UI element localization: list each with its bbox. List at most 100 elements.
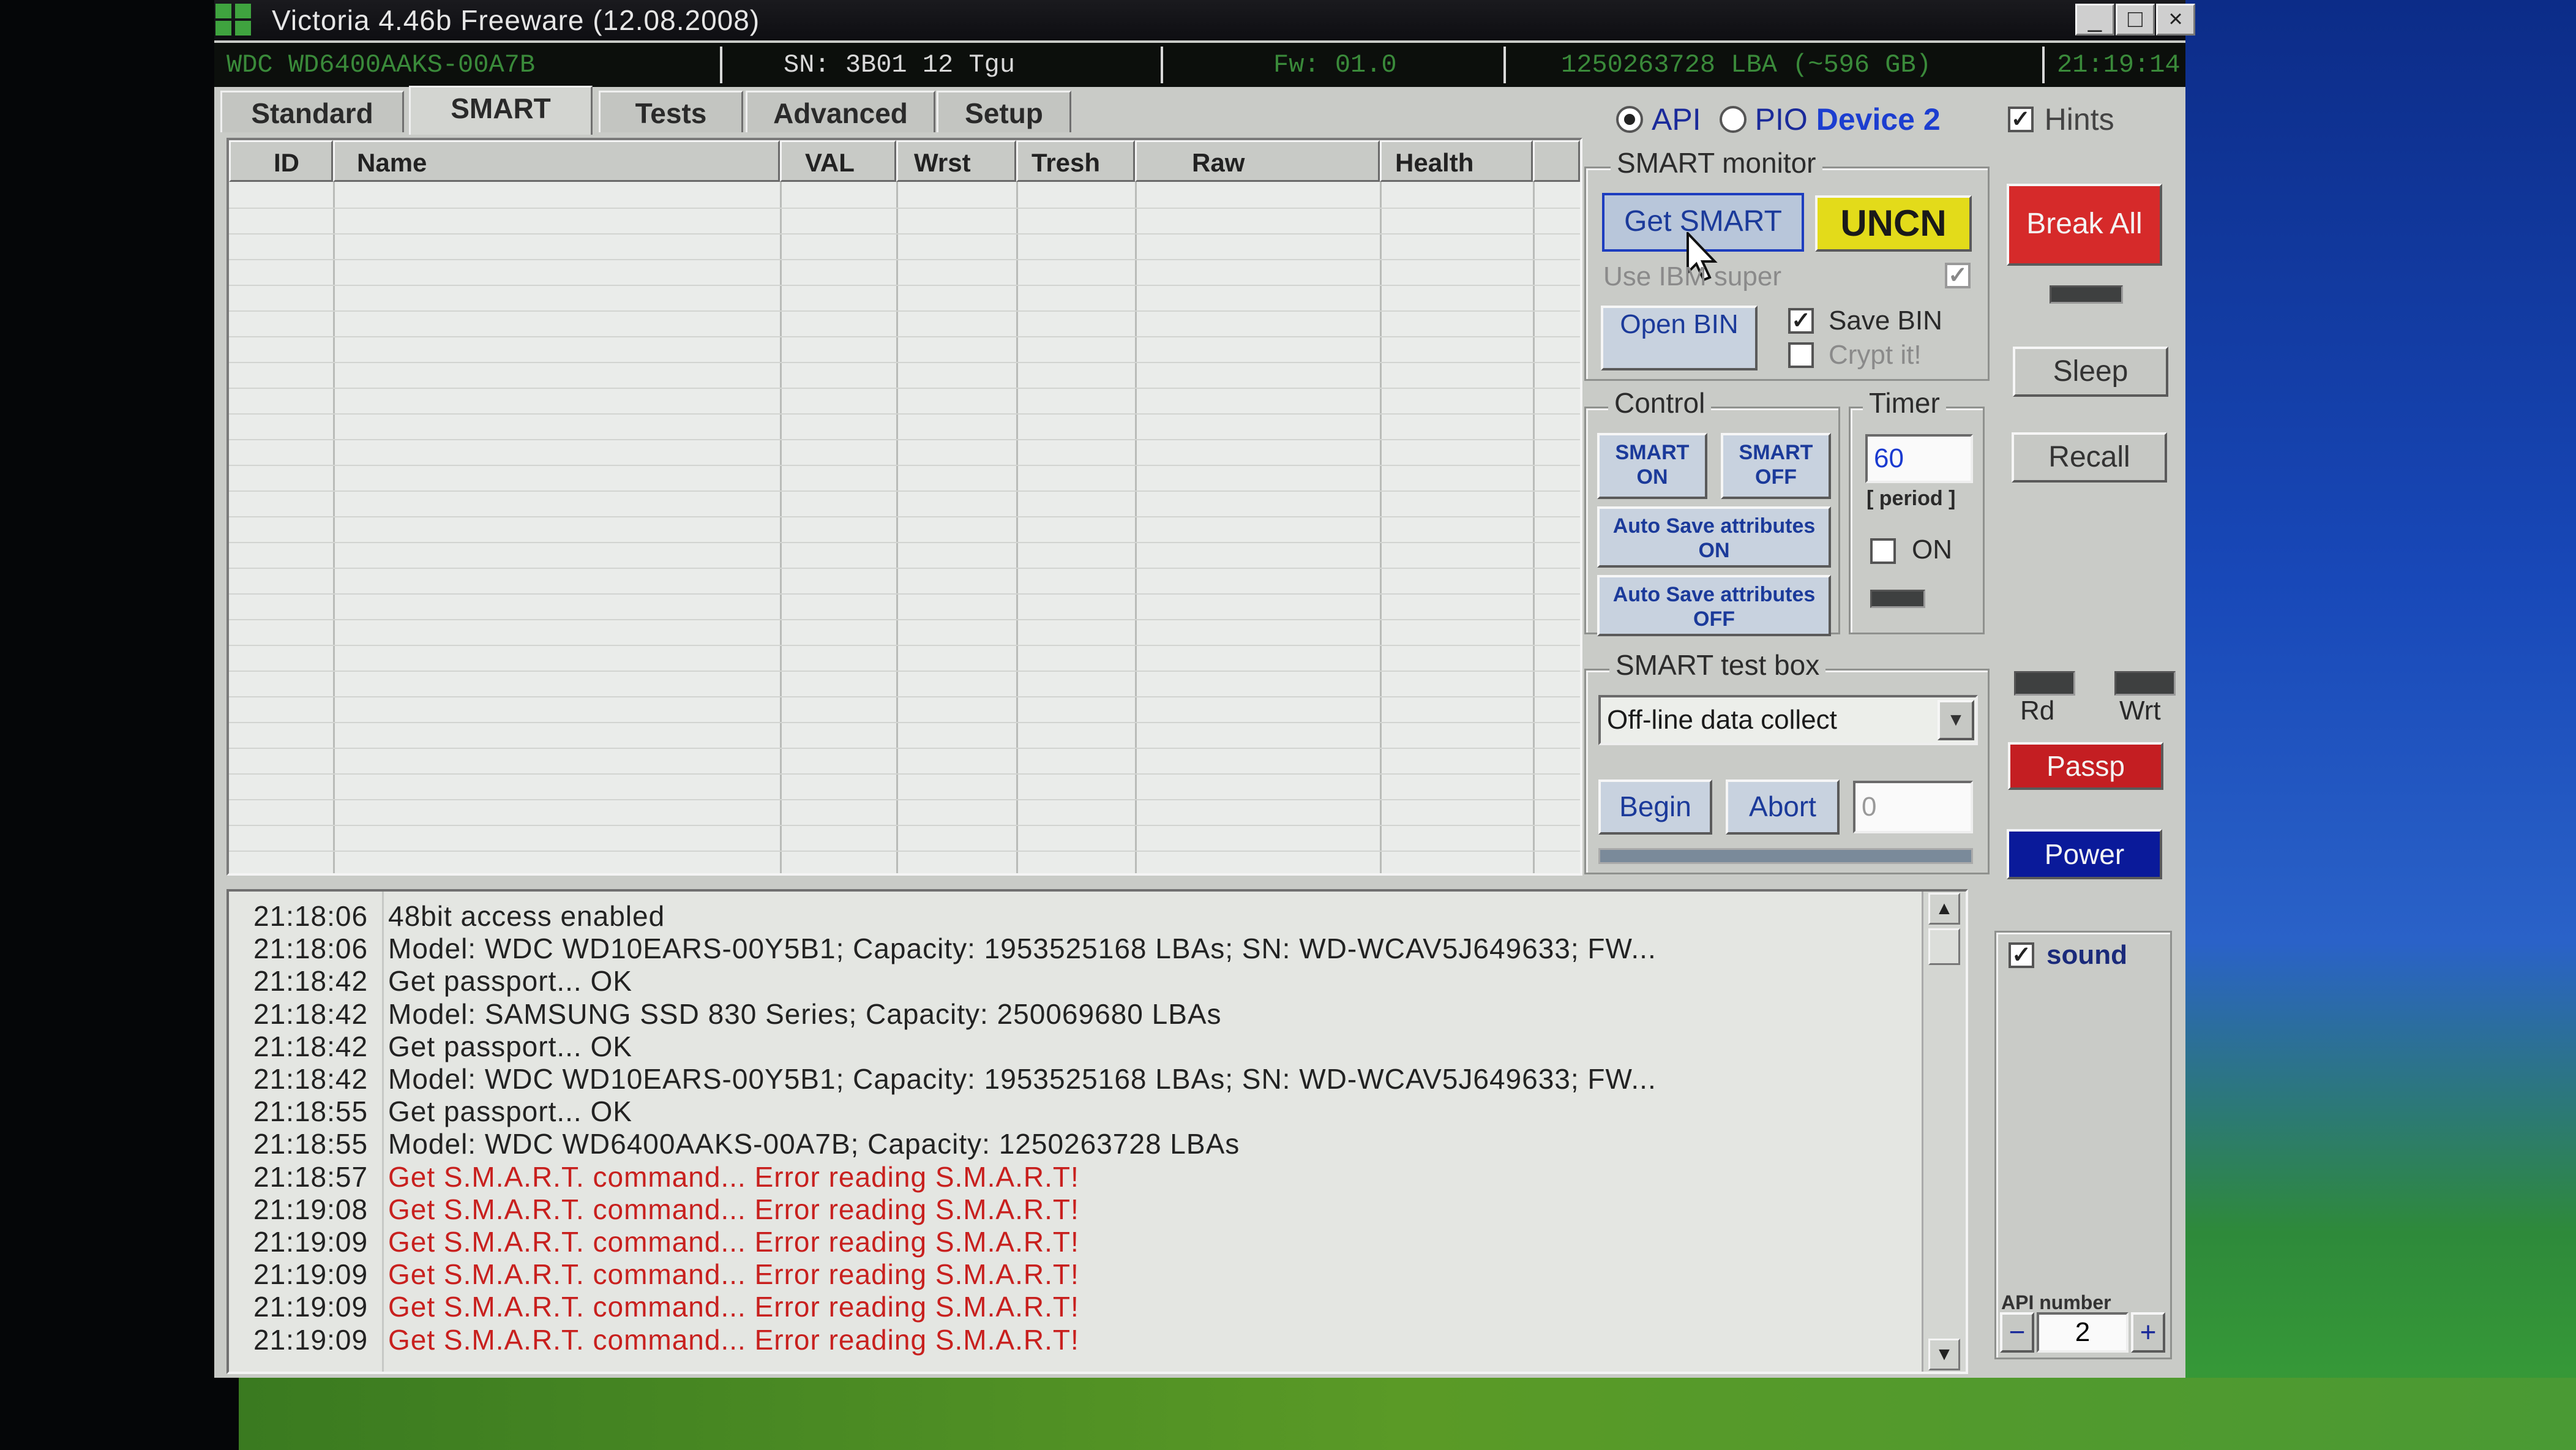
table-row-line	[229, 310, 1580, 312]
log-error-message: Get S.M.A.R.T. command... Error reading …	[388, 1291, 1079, 1323]
timer-period-input[interactable]: 60	[1865, 434, 1973, 483]
hints-checkbox[interactable]: ✓	[2007, 107, 2034, 132]
sound-label: sound	[2046, 940, 2127, 970]
hints-label: Hints	[2044, 102, 2114, 137]
tab-advanced[interactable]: Advanced	[746, 91, 935, 132]
log-message: Get passport... OK	[388, 1030, 632, 1062]
log-time: 21:18:42	[253, 997, 369, 1030]
control-group: Control SMART ON SMART OFF Auto Save att…	[1584, 386, 1840, 636]
tab-bar: Standard SMART Tests Advanced Setup	[214, 86, 1071, 135]
api-increment-button[interactable]: +	[2131, 1312, 2165, 1353]
right-panel: Break All Sleep Recall Rd Wrt Passp Powe…	[1994, 135, 2176, 1365]
control-title: Control	[1608, 386, 1712, 419]
col-health[interactable]: Health	[1380, 140, 1533, 182]
break-all-button[interactable]: Break All	[2007, 184, 2162, 266]
abort-test-button[interactable]: Abort	[1726, 779, 1840, 835]
minimize-button[interactable]: _	[2075, 4, 2114, 36]
table-row-line	[229, 568, 1580, 569]
tab-setup[interactable]: Setup	[937, 91, 1071, 132]
log-error-message: Get S.M.A.R.T. command... Error reading …	[388, 1160, 1079, 1193]
maximize-button[interactable]: □	[2116, 4, 2155, 36]
power-button[interactable]: Power	[2007, 829, 2162, 879]
table-row-line	[229, 465, 1580, 466]
log-error-message: Get S.M.A.R.T. command... Error reading …	[388, 1323, 1079, 1356]
sleep-button[interactable]: Sleep	[2013, 347, 2168, 397]
smart-status-indicator: UNCN	[1815, 195, 1972, 252]
log-message: Get passport... OK	[388, 1095, 632, 1128]
window-title: Victoria 4.46b Freeware (12.08.2008)	[272, 4, 760, 36]
tab-smart[interactable]: SMART	[409, 86, 593, 135]
log-time: 21:19:09	[253, 1323, 369, 1356]
log-time: 21:19:09	[253, 1291, 369, 1323]
write-indicator	[2114, 671, 2176, 696]
crypt-checkbox[interactable]	[1788, 342, 1814, 368]
device-label[interactable]: Device 2	[1816, 102, 1941, 137]
use-ibm-checkbox[interactable]: ✓	[1945, 263, 1971, 288]
tab-tests[interactable]: Tests	[599, 91, 743, 132]
desktop-background	[2179, 0, 2576, 1450]
autosave-on-button[interactable]: Auto Save attributes ON	[1597, 506, 1831, 568]
log-error-message: Get S.M.A.R.T. command... Error reading …	[388, 1258, 1079, 1291]
smart-on-button[interactable]: SMART ON	[1597, 433, 1707, 499]
log-error-message: Get S.M.A.R.T. command... Error reading …	[388, 1193, 1079, 1225]
scroll-down-icon[interactable]: ▼	[1928, 1339, 1960, 1370]
scroll-up-icon[interactable]: ▲	[1928, 893, 1960, 925]
autosave-off-button[interactable]: Auto Save attributes OFF	[1597, 575, 1831, 636]
col-wrst[interactable]: Wrst	[896, 140, 1016, 182]
passp-button[interactable]: Passp	[2008, 742, 2163, 790]
log-time: 21:18:06	[253, 900, 369, 932]
smart-monitor-group: SMART monitor Get SMART UNCN Use IBM sup…	[1584, 146, 1990, 381]
test-type-select[interactable]: Off-line data collect	[1598, 695, 1978, 745]
timer-on-checkbox[interactable]	[1870, 538, 1896, 564]
table-row-line	[229, 593, 1580, 595]
table-row-line	[229, 748, 1580, 749]
log-scrollbar[interactable]: ▲ ▼	[1922, 892, 1966, 1372]
close-button[interactable]: ×	[2156, 4, 2195, 36]
col-extra	[1533, 140, 1580, 182]
api-number-field[interactable]: 2	[2037, 1312, 2129, 1353]
log-message: Model: WDC WD10EARS-00Y5B1; Capacity: 19…	[388, 933, 1657, 965]
smart-off-button[interactable]: SMART OFF	[1721, 433, 1831, 499]
begin-test-button[interactable]: Begin	[1598, 779, 1712, 835]
timer-indicator	[1870, 590, 1925, 608]
app-icon	[215, 4, 253, 37]
recall-button[interactable]: Recall	[2012, 432, 2167, 483]
smart-test-title: SMART test box	[1609, 648, 1826, 682]
chevron-down-icon[interactable]: ▼	[1938, 700, 1974, 740]
col-tresh[interactable]: Tresh	[1016, 140, 1135, 182]
table-row-line	[229, 696, 1580, 697]
table-row-line	[229, 542, 1580, 543]
log-time: 21:18:55	[253, 1128, 369, 1160]
table-row-line	[229, 722, 1580, 723]
smart-test-group: SMART test box Off-line data collect ▼ B…	[1584, 648, 1990, 874]
pio-radio[interactable]	[1719, 106, 1747, 133]
timer-title: Timer	[1863, 386, 1946, 419]
col-id[interactable]: ID	[229, 140, 333, 182]
scroll-thumb[interactable]	[1928, 928, 1960, 965]
drive-model: WDC WD6400AAKS-00A7B	[214, 47, 722, 83]
status-led	[2050, 285, 2123, 304]
col-name[interactable]: Name	[333, 140, 780, 182]
table-row-line	[229, 825, 1580, 826]
sound-checkbox[interactable]: ✓	[2009, 942, 2034, 968]
save-bin-checkbox[interactable]: ✓	[1788, 308, 1814, 334]
use-ibm-label: Use IBM super	[1603, 261, 1781, 291]
desktop-background-bottom	[239, 1378, 2576, 1450]
open-bin-button[interactable]: Open BIN	[1601, 306, 1758, 370]
log-time: 21:18:42	[253, 1030, 369, 1062]
victoria-window: Victoria 4.46b Freeware (12.08.2008) _ □…	[214, 0, 2195, 1378]
crypt-label: Crypt it!	[1829, 340, 1922, 370]
read-indicator	[2014, 671, 2075, 696]
col-val[interactable]: VAL	[780, 140, 896, 182]
log-time: 21:18:42	[253, 965, 369, 997]
log-time: 21:18:42	[253, 1063, 369, 1095]
api-radio[interactable]	[1616, 106, 1643, 133]
tab-standard[interactable]: Standard	[220, 91, 404, 132]
clock: 21:19:14	[2057, 50, 2181, 80]
timer-period-label: [ period ]	[1866, 487, 1956, 510]
test-progress-field: 0	[1853, 781, 1973, 833]
table-row-line	[229, 362, 1580, 363]
col-raw[interactable]: Raw	[1135, 140, 1380, 182]
timer-group: Timer 60 [ period ] ON	[1849, 386, 1985, 634]
api-decrement-button[interactable]: −	[2000, 1312, 2034, 1353]
